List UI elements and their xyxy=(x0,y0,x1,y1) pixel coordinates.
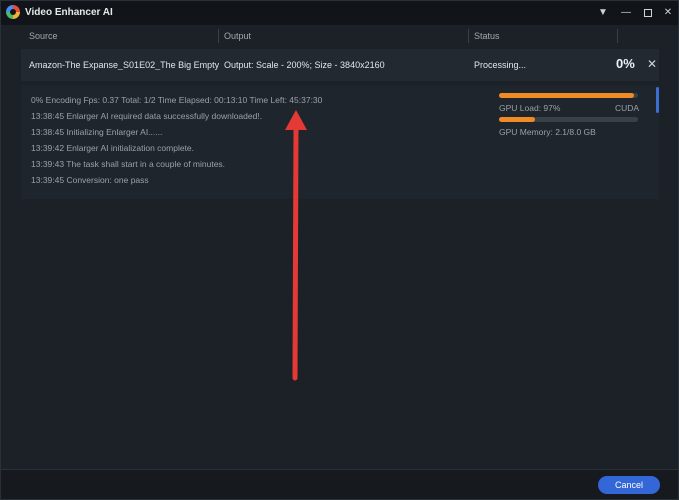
column-divider[interactable] xyxy=(468,29,469,43)
log-line: 13:38:45 Enlarger AI required data succe… xyxy=(31,111,263,121)
log-line: 13:39:45 Conversion: one pass xyxy=(31,175,149,185)
window-close-icon[interactable]: ✕ xyxy=(658,4,678,22)
job-percent: 0% xyxy=(616,56,635,71)
log-line: 0% Encoding Fps: 0.37 Total: 1/2 Time El… xyxy=(31,95,323,105)
header-source: Source xyxy=(29,31,58,41)
gpu-engine: CUDA xyxy=(615,103,640,113)
footer-bar: Cancel xyxy=(1,469,678,499)
app-window: Video Enhancer AI ▼ — ✕ Source Output St… xyxy=(0,0,679,500)
job-status: Processing... xyxy=(474,60,527,70)
scrollbar-thumb[interactable] xyxy=(656,87,659,113)
job-source: Amazon-The Expanse_S01E02_The Big Empty.… xyxy=(29,60,219,70)
menu-chevron-icon[interactable]: ▼ xyxy=(593,4,613,22)
close-icon[interactable]: ✕ xyxy=(647,57,657,71)
log-line: 13:39:42 Enlarger AI initialization comp… xyxy=(31,143,195,153)
job-row[interactable]: Amazon-The Expanse_S01E02_The Big Empty.… xyxy=(21,49,659,81)
header-output: Output xyxy=(224,31,252,41)
gpu-load-label: GPU Load: 97% xyxy=(499,103,561,113)
log-line: 13:38:45 Initializing Enlarger AI...... xyxy=(31,127,163,137)
gpu-memory-bar xyxy=(499,117,638,122)
job-details-panel: 0% Encoding Fps: 0.37 Total: 1/2 Time El… xyxy=(21,85,659,199)
column-divider[interactable] xyxy=(218,29,219,43)
gpu-memory-fill xyxy=(499,117,535,122)
title-bar: Video Enhancer AI ▼ — ✕ xyxy=(1,1,678,25)
cancel-button[interactable]: Cancel xyxy=(598,476,660,494)
app-title: Video Enhancer AI xyxy=(25,7,113,18)
log-line: 13:39:43 The task shall start in a coupl… xyxy=(31,159,226,169)
gpu-memory-label: GPU Memory: 2.1/8.0 GB xyxy=(499,127,596,137)
app-logo-icon xyxy=(6,5,20,19)
minimize-icon[interactable]: — xyxy=(616,4,636,22)
maximize-icon[interactable] xyxy=(638,4,658,22)
job-output: Output: Scale - 200%; Size - 3840x2160 xyxy=(224,60,385,70)
gpu-load-bar xyxy=(499,93,638,98)
column-divider[interactable] xyxy=(617,29,618,43)
gpu-load-fill xyxy=(499,93,634,98)
header-status: Status xyxy=(474,31,500,41)
column-header: Source Output Status xyxy=(21,29,659,45)
